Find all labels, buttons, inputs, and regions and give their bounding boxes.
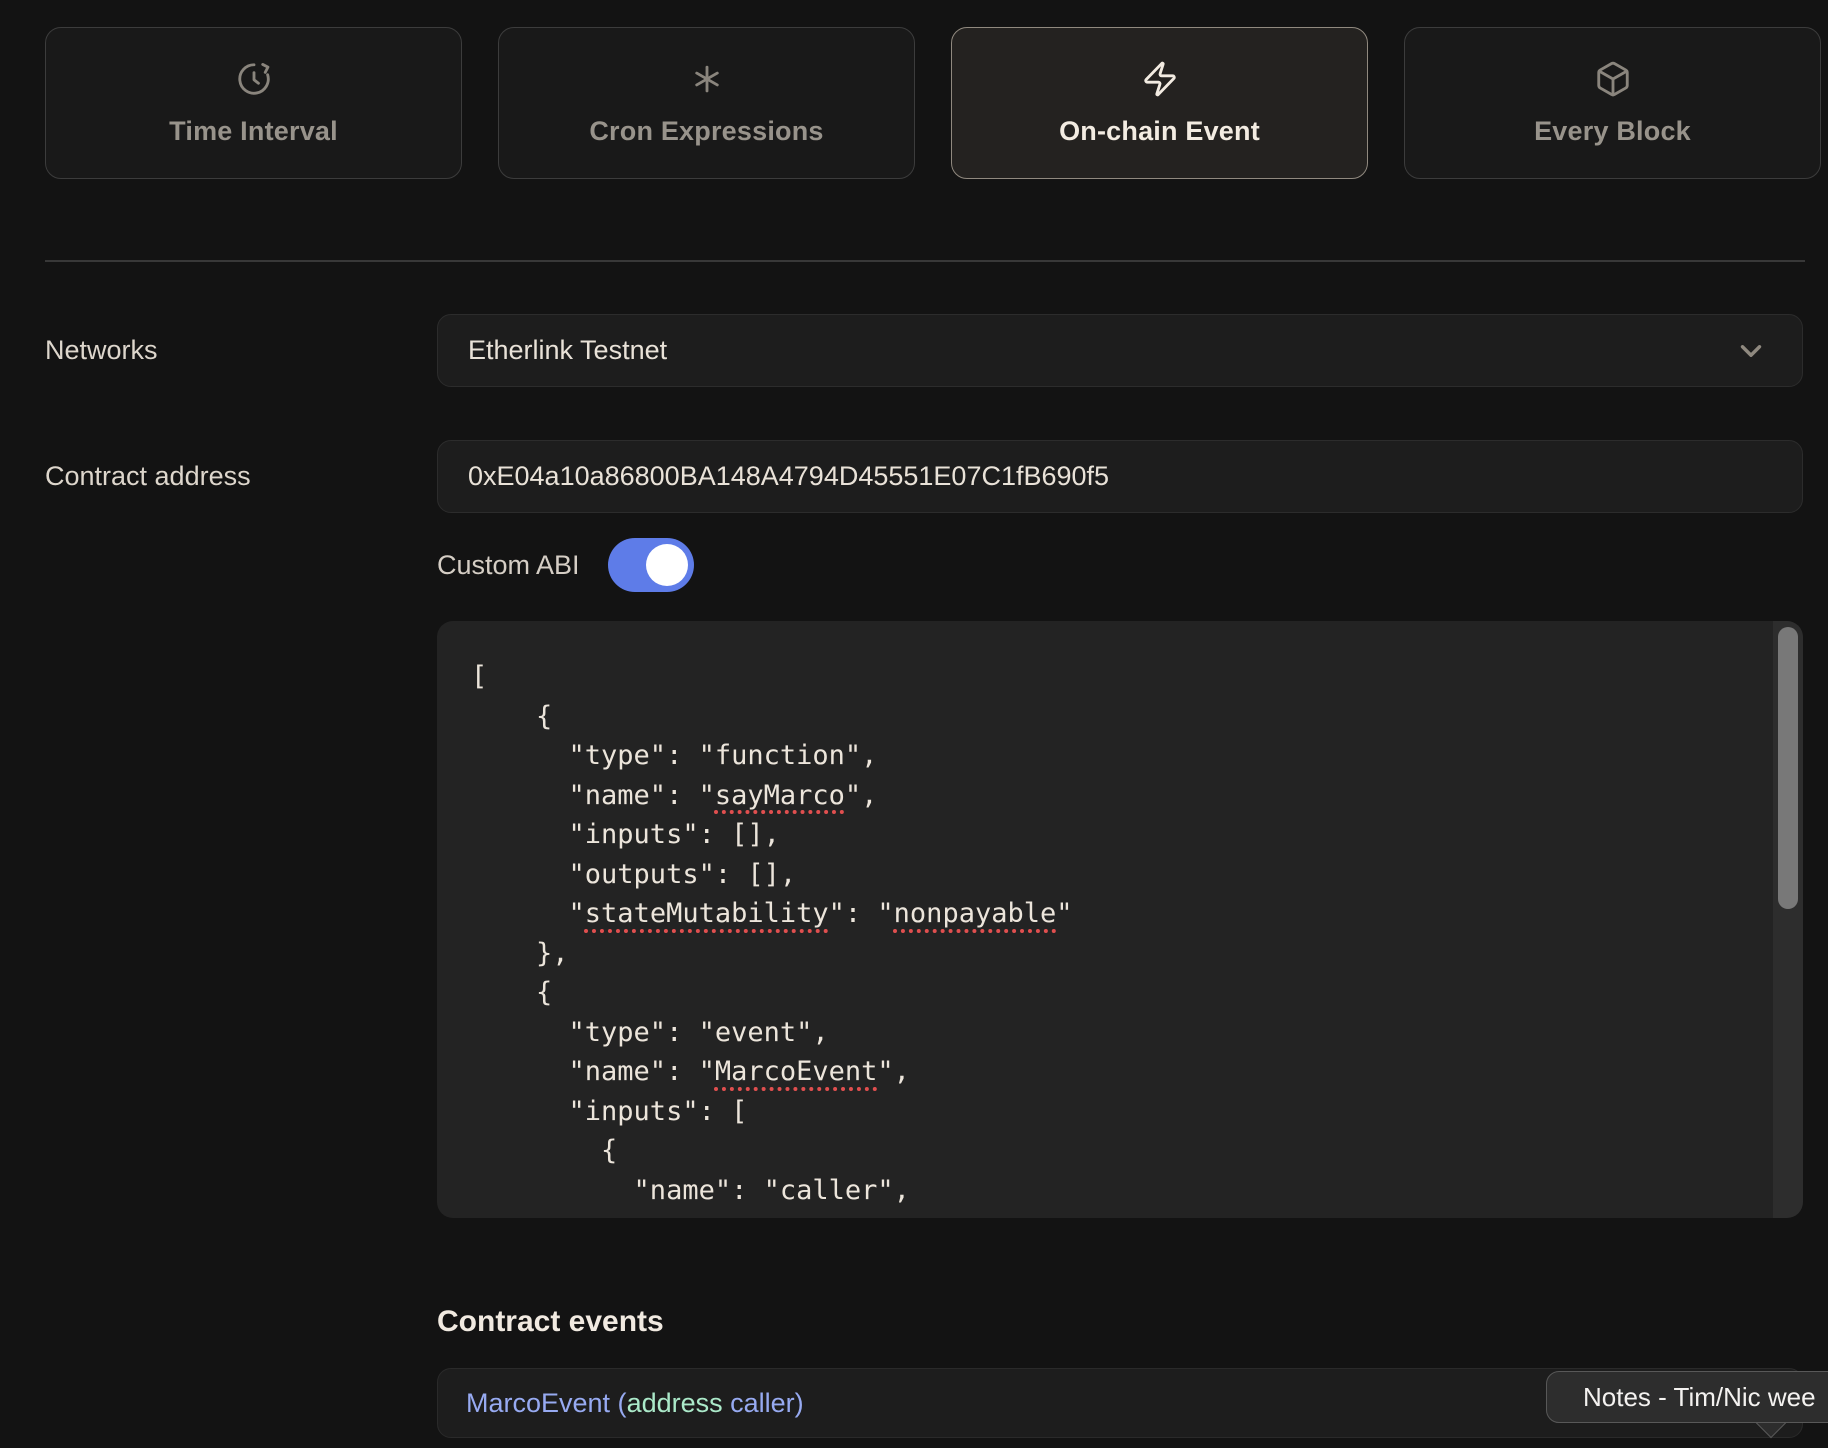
networks-row: Networks Etherlink Testnet [45, 314, 1803, 387]
cube-icon [1594, 60, 1632, 98]
code-line: "inputs": [ [471, 1092, 1733, 1132]
trigger-type-cards: Time Interval Cron Expressions On-chain … [45, 27, 1821, 179]
contract-address-label: Contract address [45, 461, 437, 492]
timer-icon [235, 60, 273, 98]
contract-address-row: Contract address [45, 440, 1803, 513]
notes-tooltip-text: Notes - Tim/Nic wee [1583, 1382, 1816, 1413]
card-label: On-chain Event [1059, 116, 1260, 147]
abi-code: [ { "type": "function", "name": "sayMarc… [437, 621, 1803, 1218]
code-line: "type": "event", [471, 1013, 1733, 1053]
card-label: Time Interval [169, 116, 338, 147]
toggle-knob [646, 544, 688, 586]
code-line: "name": "MarcoEvent", [471, 1052, 1733, 1092]
code-scrollbar-thumb[interactable] [1778, 627, 1798, 909]
custom-abi-toggle[interactable] [608, 538, 694, 592]
custom-abi-row: Custom ABI [437, 538, 694, 592]
code-line: "name": "caller", [471, 1171, 1733, 1211]
card-label: Every Block [1534, 116, 1691, 147]
code-line: [ [471, 657, 1733, 697]
contract-event-signature: MarcoEvent (address caller) [466, 1388, 804, 1419]
code-line: "inputs": [], [471, 815, 1733, 855]
card-onchain-event[interactable]: On-chain Event [951, 27, 1368, 179]
card-time-interval[interactable]: Time Interval [45, 27, 462, 179]
asterisk-icon [688, 60, 726, 98]
networks-select[interactable]: Etherlink Testnet [437, 314, 1803, 387]
code-line: "stateMutability": "nonpayable" [471, 894, 1733, 934]
card-cron-expressions[interactable]: Cron Expressions [498, 27, 915, 179]
networks-selected-value: Etherlink Testnet [468, 335, 667, 366]
code-line: { [471, 697, 1733, 737]
networks-label: Networks [45, 335, 437, 366]
abi-code-editor[interactable]: [ { "type": "function", "name": "sayMarc… [437, 621, 1803, 1218]
code-line: { [471, 1131, 1733, 1171]
notes-tooltip: Notes - Tim/Nic wee [1546, 1371, 1828, 1423]
card-every-block[interactable]: Every Block [1404, 27, 1821, 179]
code-line: "type": "function", [471, 736, 1733, 776]
lightning-icon [1141, 60, 1179, 98]
code-line: "outputs": [], [471, 855, 1733, 895]
card-label: Cron Expressions [589, 116, 823, 147]
trigger-config-page: Time Interval Cron Expressions On-chain … [0, 0, 1828, 1448]
contract-events-heading: Contract events [437, 1305, 664, 1339]
code-scrollbar-track[interactable] [1773, 621, 1803, 1218]
section-divider [45, 260, 1805, 262]
code-line: { [471, 973, 1733, 1013]
chevron-down-icon [1734, 334, 1768, 368]
custom-abi-label: Custom ABI [437, 550, 580, 581]
code-line: }, [471, 934, 1733, 974]
contract-address-input[interactable] [437, 440, 1803, 513]
code-line: "name": "sayMarco", [471, 776, 1733, 816]
